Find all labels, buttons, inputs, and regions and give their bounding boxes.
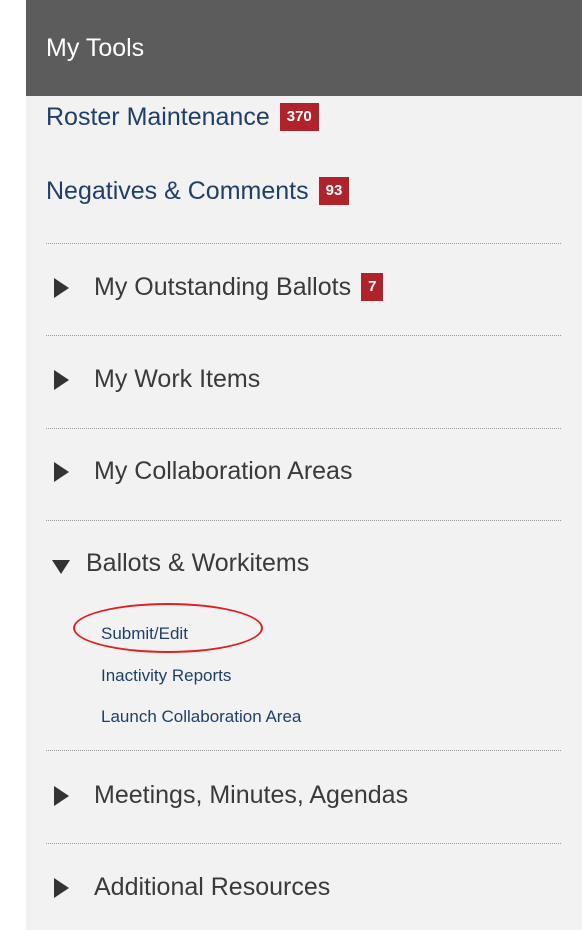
section-label: My Outstanding Ballots xyxy=(94,272,352,301)
divider xyxy=(46,335,561,336)
caret-right-icon xyxy=(52,784,80,806)
submit-edit-link[interactable]: Submit/Edit xyxy=(101,624,188,644)
section-label: My Collaboration Areas xyxy=(94,456,353,485)
divider xyxy=(46,243,561,244)
outstanding-ballots-badge: 7 xyxy=(361,273,384,301)
caret-right-icon xyxy=(52,368,80,390)
caret-right-icon xyxy=(52,460,80,482)
section-my-collaboration-areas[interactable]: My Collaboration Areas xyxy=(52,450,352,492)
inactivity-reports-link[interactable]: Inactivity Reports xyxy=(101,666,231,686)
negatives-comments-label: Negatives & Comments xyxy=(46,176,309,205)
section-ballots-workitems[interactable]: Ballots & Workitems xyxy=(52,542,309,584)
section-my-outstanding-ballots[interactable]: My Outstanding Ballots 7 xyxy=(52,266,384,308)
divider xyxy=(46,843,561,844)
section-meetings-minutes-agendas[interactable]: Meetings, Minutes, Agendas xyxy=(52,774,408,816)
roster-count-badge: 370 xyxy=(279,103,319,131)
section-label: My Work Items xyxy=(94,364,261,393)
section-label: Ballots & Workitems xyxy=(86,548,310,577)
divider xyxy=(46,750,561,751)
caret-right-icon xyxy=(52,876,80,898)
section-additional-resources[interactable]: Additional Resources xyxy=(52,866,330,908)
caret-right-icon xyxy=(52,276,80,298)
section-label: Additional Resources xyxy=(94,872,331,901)
roster-maintenance-link[interactable]: Roster Maintenance 370 xyxy=(46,96,319,138)
section-label: Meetings, Minutes, Agendas xyxy=(94,780,409,809)
negatives-comments-link[interactable]: Negatives & Comments 93 xyxy=(46,170,350,212)
panel-title: My Tools xyxy=(26,0,582,96)
roster-maintenance-label: Roster Maintenance xyxy=(46,102,270,131)
section-my-work-items[interactable]: My Work Items xyxy=(52,358,260,400)
launch-collaboration-area-link[interactable]: Launch Collaboration Area xyxy=(101,707,301,727)
divider xyxy=(46,520,561,521)
divider xyxy=(46,428,561,429)
caret-down-icon xyxy=(52,552,74,574)
negatives-count-badge: 93 xyxy=(318,177,350,205)
